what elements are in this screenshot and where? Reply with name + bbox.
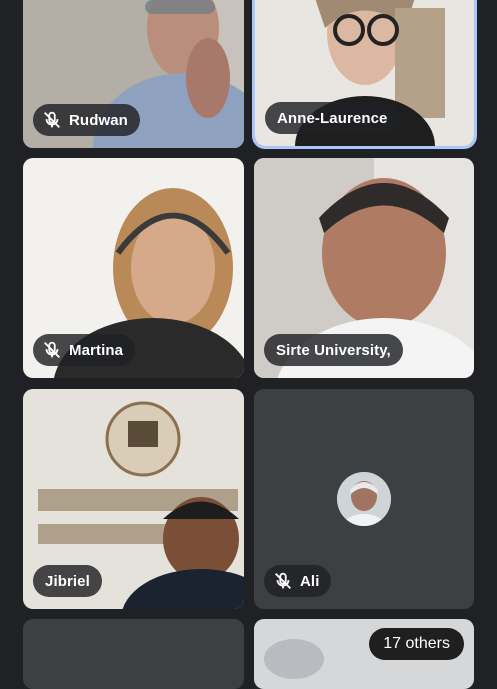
participant-tile-martina[interactable]: Martina	[23, 158, 244, 378]
name-chip: Ali	[264, 565, 332, 597]
name-chip: Martina	[33, 334, 136, 366]
name-chip: Rudwan	[33, 104, 140, 136]
avatar	[337, 472, 391, 526]
mic-off-icon	[41, 109, 63, 131]
participant-tile[interactable]	[23, 619, 244, 689]
participant-tile-sirte-university[interactable]: Sirte University,	[254, 158, 474, 378]
name-chip: Sirte University,	[264, 334, 403, 366]
name-chip: Anne-Laurence	[265, 102, 400, 134]
participant-name: Jibriel	[45, 572, 90, 590]
mic-off-icon	[41, 339, 63, 361]
participant-name: Rudwan	[69, 111, 128, 129]
participant-name: Martina	[69, 341, 124, 359]
participant-tile-jibriel[interactable]: Jibriel	[23, 389, 244, 609]
others-count-label: 17 others	[383, 635, 450, 652]
participant-name: Ali	[300, 572, 320, 590]
others-tile[interactable]: 17 others	[254, 619, 474, 689]
participant-tile-anne-laurence[interactable]: Anne-Laurence	[255, 0, 474, 146]
mic-off-icon	[272, 570, 294, 592]
participant-tile-rudwan[interactable]: Rudwan	[23, 0, 244, 148]
participant-tile-ali[interactable]: Ali	[254, 389, 474, 609]
participant-name: Sirte University,	[276, 341, 391, 359]
others-count-chip[interactable]: 17 others	[369, 628, 464, 660]
participant-name: Anne-Laurence	[277, 109, 388, 127]
name-chip: Jibriel	[33, 565, 102, 597]
